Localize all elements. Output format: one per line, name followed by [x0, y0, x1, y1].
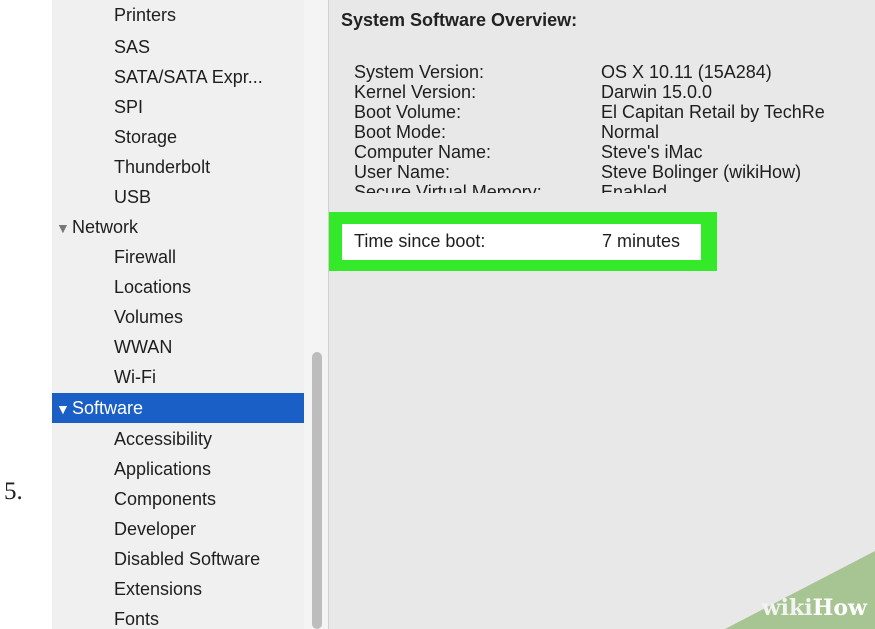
overview-row: User Name: Steve Bolinger (wikiHow) — [354, 162, 875, 183]
watermark-part1: wiki — [761, 595, 813, 621]
sidebar-item-label: Extensions — [114, 579, 203, 599]
highlight-box: Time since boot: 7 minutes — [329, 212, 717, 271]
overview-row: Computer Name: Steve's iMac — [354, 142, 875, 163]
sidebar-item-extensions[interactable]: Extensions — [114, 574, 202, 604]
wikihow-watermark: wikiHow — [762, 595, 867, 621]
row-value: El Capitan Retail by TechRe — [601, 102, 825, 122]
sidebar-item-label: Software — [72, 398, 144, 418]
sidebar-item-label: Network — [72, 217, 139, 237]
sidebar-item-label: Volumes — [114, 307, 184, 327]
sidebar-item-network[interactable]: ▼ Network — [56, 212, 138, 242]
sidebar-item-fonts[interactable]: Fonts — [114, 604, 159, 629]
sidebar-item-label: Storage — [114, 127, 178, 147]
sidebar-item-software[interactable]: ▼ Software — [52, 393, 304, 423]
sidebar-item-label: Components — [114, 489, 217, 509]
row-key: Kernel Version: — [354, 82, 477, 102]
sidebar-item-label: Developer — [114, 519, 197, 539]
sidebar-item-wwan[interactable]: WWAN — [114, 332, 172, 362]
disclosure-triangle-down-icon[interactable]: ▼ — [56, 394, 72, 424]
sidebar-scrollbar[interactable] — [304, 0, 329, 629]
row-value: 7 minutes — [602, 231, 681, 251]
sidebar-item-printers[interactable]: Printers — [114, 0, 176, 30]
sidebar-item-label: Firewall — [114, 247, 177, 267]
row-value: Darwin 15.0.0 — [601, 82, 713, 102]
overview-row: Boot Volume: El Capitan Retail by TechRe — [354, 102, 875, 123]
step-number: 5. — [4, 478, 23, 505]
sidebar-item-sata-sata-expr[interactable]: SATA/SATA Expr... — [114, 62, 263, 92]
sidebar-item-label: USB — [114, 187, 152, 207]
overview-row: Secure Virtual Memory: Enabled — [354, 182, 875, 193]
system-information-window: Printers SAS SATA/SATA Expr... SPI Storage Th… — [52, 0, 875, 629]
sidebar-item-components[interactable]: Components — [114, 484, 216, 514]
overview-row: Boot Mode: Normal — [354, 122, 875, 143]
sidebar-item-label: Applications — [114, 459, 212, 479]
row-value: Steve's iMac — [601, 142, 703, 162]
sidebar-item-label: Accessibility — [114, 429, 213, 449]
sidebar-item-disabled-software[interactable]: Disabled Software — [114, 544, 260, 574]
sidebar-item-label: Thunderbolt — [114, 157, 211, 177]
sidebar-item-thunderbolt[interactable]: Thunderbolt — [114, 152, 210, 182]
sidebar-item-locations[interactable]: Locations — [114, 272, 191, 302]
sidebar-item-label: WWAN — [114, 337, 173, 357]
row-value: Steve Bolinger (wikiHow) — [601, 162, 802, 182]
row-key: Time since boot: — [354, 231, 486, 251]
row-key: Secure Virtual Memory: — [354, 182, 542, 193]
sidebar-item-label: Disabled Software — [114, 549, 261, 569]
overview-heading: System Software Overview: — [341, 10, 578, 30]
sidebar-item-label: Printers — [114, 5, 177, 25]
sidebar-item-label: SPI — [114, 97, 144, 117]
sidebar-item-developer[interactable]: Developer — [114, 514, 196, 544]
detail-pane: System Software Overview: System Version… — [329, 0, 875, 629]
sidebar-item-usb[interactable]: USB — [114, 182, 151, 212]
row-key: Computer Name: — [354, 142, 492, 162]
overview-row: System Version: OS X 10.11 (15A284) — [354, 62, 875, 83]
row-key: User Name: — [354, 162, 451, 182]
row-key: Boot Volume: — [354, 102, 462, 122]
row-key: System Version: — [354, 62, 485, 82]
sidebar-item-applications[interactable]: Applications — [114, 454, 211, 484]
scrollbar-thumb[interactable] — [312, 352, 322, 629]
sidebar-item-label: Locations — [114, 277, 192, 297]
sidebar-item-label: Wi-Fi — [114, 367, 156, 387]
sidebar: Printers SAS SATA/SATA Expr... SPI Storage Th… — [52, 0, 304, 629]
sidebar-item-spi[interactable]: SPI — [114, 92, 143, 122]
sidebar-item-wi-fi[interactable]: Wi-Fi — [114, 362, 156, 392]
row-key: Boot Mode: — [354, 122, 447, 142]
watermark-part2: How — [812, 595, 867, 621]
highlighted-row: Time since boot: 7 minutes — [342, 224, 701, 260]
sidebar-item-volumes[interactable]: Volumes — [114, 302, 183, 332]
disclosure-triangle-down-icon[interactable]: ▼ — [56, 213, 72, 243]
row-value: OS X 10.11 (15A284) — [601, 62, 772, 82]
sidebar-item-firewall[interactable]: Firewall — [114, 242, 176, 272]
sidebar-item-storage[interactable]: Storage — [114, 122, 177, 152]
sidebar-item-accessibility[interactable]: Accessibility — [114, 424, 212, 454]
row-value: Normal — [601, 122, 660, 142]
row-value: Enabled — [601, 182, 668, 193]
overview-row: Kernel Version: Darwin 15.0.0 — [354, 82, 875, 103]
sidebar-item-label: Fonts — [114, 609, 160, 629]
sidebar-item-sas[interactable]: SAS — [114, 32, 150, 62]
sidebar-item-label: SATA/SATA Expr... — [114, 67, 263, 87]
sidebar-item-label: SAS — [114, 37, 151, 57]
